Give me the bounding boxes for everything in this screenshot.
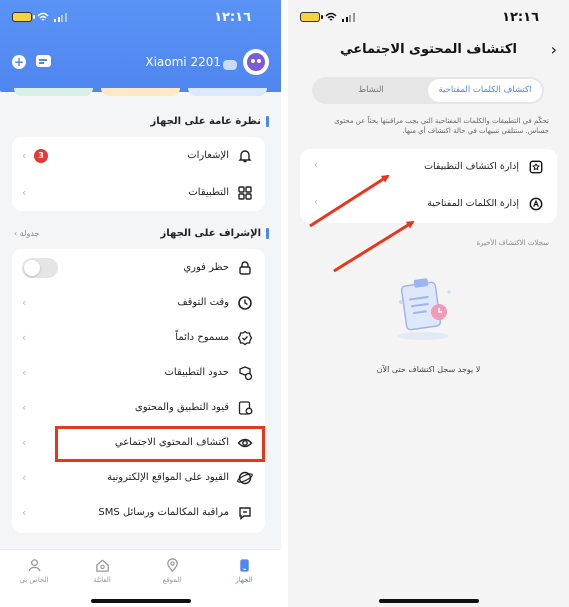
signal-icon: [54, 12, 67, 22]
signal-icon: [342, 12, 355, 22]
manage-app-detection-label: إدارة اكتشاف التطبيقات: [424, 161, 519, 172]
detection-settings-card: إدارة اكتشاف التطبيقات ‹ إدارة الكلمات ا…: [300, 149, 557, 223]
bottom-tab-bar: الخاص بي العائلة الموقع الجهاز: [0, 549, 281, 607]
status-time: ١٢:١٦: [502, 10, 539, 25]
downtime-row[interactable]: وقت التوقف ‹: [12, 284, 265, 321]
tab-location[interactable]: الموقع: [142, 558, 202, 584]
device-icon: [237, 558, 252, 573]
chevron-left-icon: ‹: [22, 366, 27, 379]
home-indicator: [90, 599, 191, 603]
tab-device-label: الجهاز: [235, 576, 253, 584]
overview-section-title: نظرة عامة على الجهاز: [151, 116, 269, 127]
always-allowed-label: مسموح دائماً: [175, 332, 229, 343]
device-header: ١٢:١٦ + Xiaomi 2201: [0, 0, 281, 92]
calls-sms-label: مراقبة المكالمات ورسائل SMS: [98, 507, 229, 518]
robot-avatar-icon: [247, 53, 265, 71]
tab-me[interactable]: الخاص بي: [4, 558, 64, 584]
app-scan-icon: [529, 160, 543, 174]
wifi-icon: [37, 12, 49, 21]
manage-keywords-row[interactable]: إدارة الكلمات المفتاحية ‹: [300, 186, 557, 223]
tab-family-label: العائلة: [93, 576, 111, 584]
summary-cards-peek: [14, 88, 267, 96]
page-title: اكتشاف المحتوى الاجتماعي: [340, 42, 517, 57]
globe-icon: [237, 471, 253, 484]
bell-icon: [238, 149, 252, 162]
downtime-label: وقت التوقف: [177, 297, 229, 308]
status-time: ١٢:١٦: [214, 10, 251, 25]
instant-block-row: حظر فوري: [12, 249, 265, 286]
user-icon: [27, 558, 42, 573]
content-restrictions-label: قيود التطبيق والمحتوى: [134, 402, 229, 413]
empty-clipboard-icon: [397, 278, 451, 340]
supervision-card: حظر فوري وقت التوقف ‹ مسموح دائماً ‹ حدو…: [12, 249, 265, 533]
supervision-section-title: الإشراف على الجهاز: [161, 228, 269, 239]
app-limits-label: حدود التطبيقات: [164, 367, 230, 378]
empty-state-text: لا يوجد سجل اكتشاف حتى الآن: [376, 365, 481, 374]
overview-card: الإشعارات 3 ‹ التطبيقات ‹: [12, 137, 265, 211]
website-restrictions-row[interactable]: القيود على المواقع الإلكترونية ‹: [12, 459, 265, 496]
right-screen: ١٢:١٦ › اكتشاف المحتوى الاجتماعي اكتشاف …: [288, 0, 569, 607]
chevron-left-icon: ‹: [22, 436, 27, 449]
content-restrictions-row[interactable]: قيود التطبيق والمحتوى ‹: [12, 389, 265, 426]
home-icon: [95, 558, 110, 573]
apps-row[interactable]: التطبيقات ‹: [12, 174, 265, 211]
home-indicator: [378, 599, 479, 603]
description-text: تحكّم في التطبيقات والكلمات المفتاحية ال…: [334, 117, 549, 135]
tab-activity[interactable]: النشاط: [314, 79, 428, 102]
message-icon[interactable]: [36, 55, 51, 67]
plus-icon[interactable]: +: [12, 55, 26, 69]
status-bar: ١٢:١٦: [288, 7, 569, 29]
clock-icon: [238, 295, 252, 310]
segmented-control: اكتشاف الكلمات المفتاحية النشاط: [312, 77, 544, 104]
arrow-to-keywords: [333, 220, 415, 273]
keyword-icon: [529, 197, 543, 211]
tab-me-label: الخاص بي: [19, 576, 49, 584]
highlight-box: [55, 426, 265, 462]
battery-icon: [12, 12, 35, 22]
notifications-label: الإشعارات: [187, 150, 229, 161]
status-bar: ١٢:١٦: [0, 7, 281, 29]
always-allowed-row[interactable]: مسموح دائماً ‹: [12, 319, 265, 356]
chevron-left-icon: ‹: [22, 186, 27, 199]
chevron-left-icon: ‹: [22, 331, 27, 344]
app-limit-icon: [239, 365, 253, 380]
chevron-left-icon: ‹: [22, 149, 27, 162]
instant-block-toggle[interactable]: [22, 257, 58, 278]
schedule-link[interactable]: ‹ جدولة: [14, 229, 39, 238]
badge-check-icon: [237, 330, 253, 345]
tab-keyword-detection[interactable]: اكتشاف الكلمات المفتاحية: [428, 79, 542, 102]
location-icon: [165, 558, 180, 573]
chevron-left-icon: ‹: [314, 160, 318, 171]
tab-family[interactable]: العائلة: [72, 558, 132, 584]
apps-grid-icon: [238, 185, 252, 200]
device-name[interactable]: Xiaomi 2201: [145, 55, 221, 69]
app-limits-row[interactable]: حدود التطبيقات ‹: [12, 354, 265, 391]
avatar[interactable]: [243, 49, 269, 75]
chevron-left-icon: ‹: [22, 401, 27, 414]
chevron-left-icon: ‹: [314, 197, 318, 208]
calls-sms-monitoring-row[interactable]: مراقبة المكالمات ورسائل SMS ‹: [12, 494, 265, 531]
wifi-icon: [325, 12, 337, 21]
tab-device[interactable]: الجهاز: [214, 558, 274, 584]
notifications-row[interactable]: الإشعارات 3 ‹: [12, 137, 265, 174]
manage-app-detection-row[interactable]: إدارة اكتشاف التطبيقات ‹: [300, 149, 557, 186]
left-screen: ١٢:١٦ + Xiaomi 2201 نظرة عامة على الجهاز…: [0, 0, 281, 607]
manage-keywords-label: إدارة الكلمات المفتاحية: [427, 198, 519, 209]
lock-icon: [239, 260, 251, 275]
instant-block-label: حظر فوري: [183, 262, 229, 273]
website-restrictions-label: القيود على المواقع الإلكترونية: [107, 472, 229, 483]
history-section-title: سجلات الاكتشاف الأخيرة: [476, 239, 549, 247]
chevron-left-icon: ‹: [22, 296, 27, 309]
screen-divider: [281, 0, 288, 607]
tab-location-label: الموقع: [162, 576, 182, 584]
apps-label: التطبيقات: [188, 187, 229, 198]
battery-icon: [300, 12, 323, 22]
notification-badge: 3: [34, 148, 48, 163]
chevron-left-icon: ‹: [22, 471, 27, 484]
content-restrict-icon: [238, 400, 253, 415]
redacted-blur: [223, 60, 237, 70]
chat-icon: [239, 506, 251, 520]
chevron-left-icon: ‹: [22, 506, 27, 519]
